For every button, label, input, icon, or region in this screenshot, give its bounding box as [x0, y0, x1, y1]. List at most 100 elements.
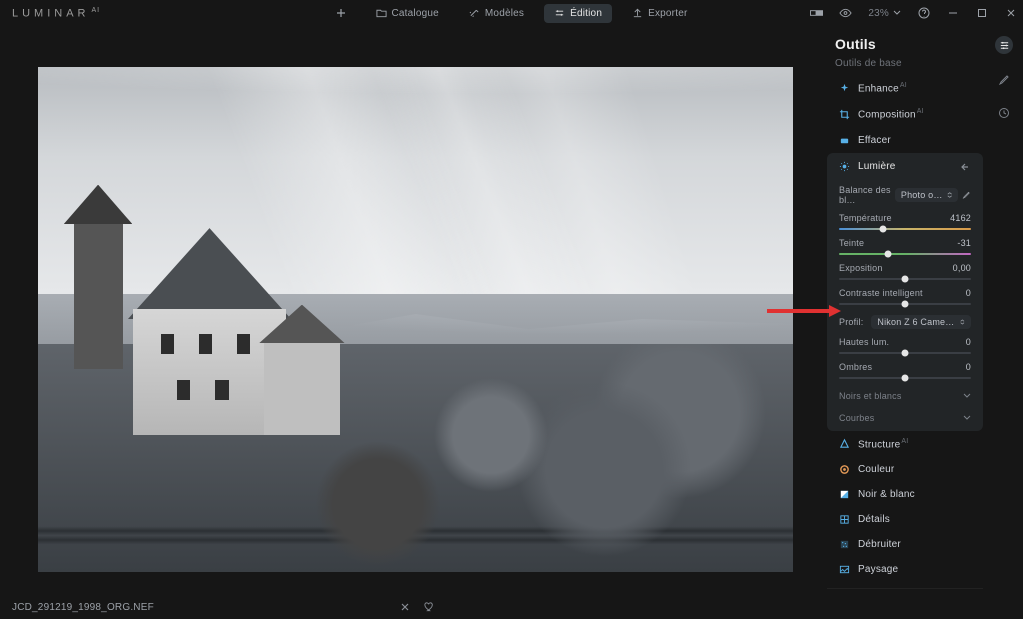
tab-exporter[interactable]: Exporter	[622, 4, 697, 23]
window-close[interactable]	[1004, 7, 1017, 20]
temperature-slider[interactable]	[839, 228, 971, 230]
profile-value: Nikon Z 6 Camera Monoc…	[877, 317, 956, 327]
panel-title: Outils	[835, 36, 876, 52]
tool-composition-label: Composition	[858, 110, 916, 121]
favorite-icon[interactable]	[424, 602, 435, 612]
tool-structure[interactable]: StructureAI	[821, 431, 989, 457]
color-wheel-icon	[839, 464, 850, 475]
window-minimize[interactable]	[946, 7, 959, 20]
main-area: Outils Outils de base EnhanceAI Composit…	[0, 26, 1023, 596]
help-icon[interactable]	[917, 7, 930, 20]
crop-icon	[839, 109, 850, 120]
tint-value: -31	[957, 238, 971, 248]
top-bar: LUMINARAI Catalogue Modèles Édition Expo…	[0, 0, 1023, 26]
tool-enhance[interactable]: EnhanceAI	[821, 75, 989, 101]
tool-enhance-label: Enhance	[858, 83, 899, 94]
eyedropper-icon[interactable]	[962, 189, 971, 200]
tool-lumiere-panel: Lumière Balance des bl… Photo origi…	[827, 153, 983, 431]
tool-paysage[interactable]: Paysage	[821, 557, 989, 582]
zoom-control[interactable]: 23%	[868, 8, 901, 19]
tint-slider[interactable]	[839, 253, 971, 255]
tool-effacer-label: Effacer	[858, 135, 891, 146]
exposure-slider[interactable]	[839, 278, 971, 280]
landscape-icon	[839, 564, 850, 575]
wand-icon	[469, 8, 480, 18]
window-maximize[interactable]	[975, 7, 988, 20]
exposure-label: Exposition	[839, 263, 883, 273]
filename-label: JCD_291219_1998_ORG.NEF	[12, 602, 154, 613]
section-courbes[interactable]: Courbes	[827, 407, 983, 431]
logo-text: LUMINAR	[12, 7, 90, 19]
tab-modeles[interactable]: Modèles	[459, 4, 534, 23]
tool-composition[interactable]: CompositionAI	[821, 101, 989, 127]
bottom-bar: JCD_291219_1998_ORG.NEF	[0, 596, 1023, 618]
tool-paysage-label: Paysage	[858, 564, 898, 575]
add-button[interactable]	[326, 4, 356, 22]
highlights-slider[interactable]	[839, 352, 971, 354]
updown-icon	[960, 318, 965, 326]
triangle-icon	[839, 438, 850, 449]
tool-couleur[interactable]: Couleur	[821, 457, 989, 482]
tab-edition[interactable]: Édition	[544, 4, 612, 23]
chevron-down-icon	[963, 393, 971, 399]
wb-row: Balance des bl… Photo origi…	[839, 185, 971, 205]
eraser-icon	[839, 135, 850, 146]
tool-debruiter[interactable]: Débruiter	[821, 532, 989, 557]
tab-catalogue-label: Catalogue	[392, 8, 439, 19]
tool-noir-blanc-label: Noir & blanc	[858, 489, 915, 500]
sliders-icon	[554, 8, 565, 18]
tab-catalogue[interactable]: Catalogue	[366, 4, 449, 23]
rail-history[interactable]	[995, 104, 1013, 122]
tab-exporter-label: Exporter	[648, 8, 687, 19]
logo-sup: AI	[92, 7, 101, 14]
smart-contrast-slider[interactable]	[839, 303, 971, 305]
updown-icon	[947, 191, 952, 199]
tint-row: Teinte -31	[839, 238, 971, 248]
tool-couleur-label: Couleur	[858, 464, 894, 475]
tool-details[interactable]: Détails	[821, 507, 989, 532]
tab-edition-label: Édition	[570, 8, 602, 19]
undo-icon[interactable]	[961, 161, 973, 173]
shadows-slider[interactable]	[839, 377, 971, 379]
tab-modeles-label: Modèles	[485, 8, 524, 19]
app-logo: LUMINARAI	[12, 7, 100, 20]
noise-icon	[839, 539, 850, 550]
highlights-label: Hautes lum.	[839, 337, 889, 347]
profile-select[interactable]: Nikon Z 6 Camera Monoc…	[871, 315, 971, 329]
smart-contrast-row: Contraste intelligent 0	[839, 288, 971, 298]
reject-icon[interactable]	[400, 602, 410, 612]
model-thumb-icon	[839, 595, 853, 596]
canvas-wrap	[0, 26, 821, 596]
rail-adjustments[interactable]	[995, 36, 1013, 54]
tool-effacer[interactable]: Effacer	[821, 128, 989, 153]
tool-structure-label: Structure	[858, 439, 900, 450]
preview-icon[interactable]	[839, 7, 852, 20]
panel-subtitle: Outils de base	[821, 56, 989, 75]
top-right-controls: 23%	[810, 7, 1017, 20]
image-canvas[interactable]	[38, 67, 793, 572]
export-icon	[632, 8, 643, 18]
wb-select[interactable]: Photo origi…	[895, 188, 958, 202]
section-courbes-label: Courbes	[839, 413, 874, 423]
sparkle-icon	[839, 83, 850, 94]
zoom-value: 23%	[868, 8, 889, 19]
rail-brush[interactable]	[995, 70, 1013, 88]
section-noirs-blancs[interactable]: Noirs et blancs	[827, 385, 983, 407]
smart-contrast-label: Contraste intelligent	[839, 288, 923, 298]
folder-icon	[376, 8, 387, 18]
exposure-value: 0,00	[953, 263, 971, 273]
tool-details-label: Détails	[858, 514, 890, 525]
tools-panel: Outils Outils de base EnhanceAI Composit…	[821, 26, 1023, 596]
tool-list: EnhanceAI CompositionAI Effacer	[821, 75, 989, 582]
exposure-row: Exposition 0,00	[839, 263, 971, 273]
compare-icon[interactable]	[810, 7, 823, 20]
tool-noir-blanc[interactable]: Noir & blanc	[821, 482, 989, 507]
wb-value: Photo origi…	[901, 190, 943, 200]
shadows-label: Ombres	[839, 362, 872, 372]
shadows-row: Ombres 0	[839, 362, 971, 372]
temperature-row: Température 4162	[839, 213, 971, 223]
wb-label: Balance des bl…	[839, 185, 895, 205]
shadows-value: 0	[966, 362, 971, 372]
chevron-down-icon	[963, 415, 971, 421]
tool-lumiere-label: Lumière	[858, 161, 896, 172]
